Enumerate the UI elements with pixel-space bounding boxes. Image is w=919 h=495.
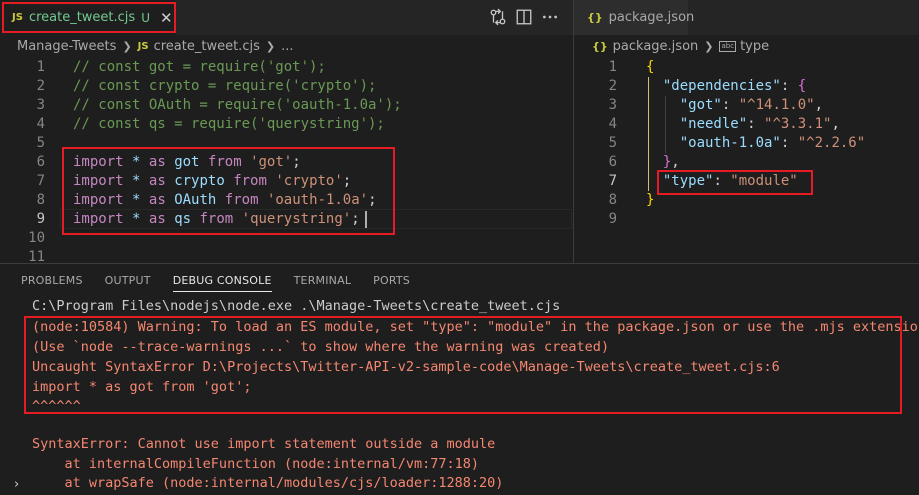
split-editor-icon[interactable] bbox=[515, 8, 533, 26]
compare-changes-icon[interactable] bbox=[489, 8, 507, 26]
json-value: "^2.2.6" bbox=[797, 135, 866, 151]
json-key: "needle" bbox=[679, 116, 748, 132]
line-number: 2 bbox=[608, 78, 617, 94]
left-gutter: 1 2 3 4 5 6 7 8 9 10 11 bbox=[15, 58, 47, 265]
line-number: 3 bbox=[36, 97, 45, 113]
left-tab-bar: JS create_tweet.cjs U ✕ bbox=[0, 0, 573, 35]
code-line: "got": "^14.1.0", bbox=[679, 97, 824, 113]
code-editor-right[interactable]: { "dependencies": { "got": "^14.1.0", "n… bbox=[646, 58, 916, 233]
breadcrumb-more[interactable]: ... bbox=[281, 39, 293, 54]
panel-tab-bar: PROBLEMS OUTPUT DEBUG CONSOLE TERMINAL P… bbox=[0, 264, 919, 298]
breadcrumb: Manage-Tweets ❯ JS create_tweet.cjs ❯ ..… bbox=[0, 35, 573, 57]
console-line: at internalCompileFunction (node:interna… bbox=[32, 456, 480, 472]
left-editor-group: JS create_tweet.cjs U ✕ Manage-Tweets ❯ … bbox=[0, 0, 573, 265]
tab-problems[interactable]: PROBLEMS bbox=[21, 264, 83, 298]
line-number: 7 bbox=[608, 173, 617, 189]
code-line: "needle": "^3.3.1", bbox=[679, 116, 840, 132]
line-number: 6 bbox=[36, 154, 45, 170]
line-number: 8 bbox=[36, 192, 45, 208]
line-number: 2 bbox=[36, 78, 45, 94]
breadcrumb-file[interactable]: create_tweet.cjs bbox=[154, 39, 260, 54]
warning-highlight-box bbox=[24, 316, 902, 414]
line-number: 3 bbox=[608, 97, 617, 113]
line-number: 10 bbox=[28, 230, 45, 246]
string-symbol-icon: abc bbox=[719, 40, 737, 52]
code-line: } bbox=[646, 192, 655, 208]
right-gutter: 1 2 3 4 5 6 7 8 9 bbox=[587, 58, 619, 228]
console-line: at wrapSafe (node:internal/modules/cjs/l… bbox=[32, 475, 504, 491]
chevron-right-icon: ❯ bbox=[265, 39, 276, 53]
code-line: // const got = require('got'); bbox=[73, 59, 326, 75]
tab-output[interactable]: OUTPUT bbox=[105, 264, 151, 298]
chevron-right-icon[interactable]: › bbox=[14, 477, 19, 492]
tab-terminal[interactable]: TERMINAL bbox=[294, 264, 352, 298]
line-number: 9 bbox=[608, 211, 617, 227]
more-actions-icon[interactable] bbox=[541, 8, 559, 26]
tab-highlight-box bbox=[2, 2, 176, 33]
breadcrumb-symbol[interactable]: type bbox=[740, 39, 769, 54]
code-line: // const crypto = require('crypto'); bbox=[73, 78, 377, 94]
breadcrumb-folder[interactable]: Manage-Tweets bbox=[17, 39, 116, 54]
js-file-icon: JS bbox=[137, 40, 149, 52]
console-line: SyntaxError: Cannot use import statement… bbox=[32, 436, 496, 452]
code-line: "oauth-1.0a": "^2.2.6" bbox=[679, 135, 866, 151]
json-key: "got" bbox=[679, 97, 722, 113]
code-line: // const OAuth = require('oauth-1.0a'); bbox=[73, 97, 402, 113]
line-number: 5 bbox=[608, 135, 617, 151]
tab-label: package.json bbox=[608, 10, 695, 25]
breadcrumb: {} package.json ❯ abc type bbox=[574, 35, 919, 57]
console-line: C:\Program Files\nodejs\node.exe .\Manag… bbox=[32, 298, 561, 314]
line-number: 1 bbox=[608, 59, 617, 75]
json-value: "^14.1.0" bbox=[738, 97, 815, 113]
tab-ports[interactable]: PORTS bbox=[373, 264, 410, 298]
json-file-icon: {} bbox=[592, 39, 608, 53]
right-editor-group: {} package.json {} package.json ❯ abc ty… bbox=[574, 0, 919, 263]
right-tab-bar: {} package.json bbox=[574, 0, 919, 35]
tab-package-json[interactable]: {} package.json bbox=[574, 0, 694, 35]
tab-debug-console[interactable]: DEBUG CONSOLE bbox=[172, 264, 272, 298]
line-number: 5 bbox=[36, 135, 45, 151]
line-number: 8 bbox=[608, 192, 617, 208]
json-key: "dependencies" bbox=[662, 78, 781, 94]
json-key: "oauth-1.0a" bbox=[679, 135, 781, 151]
chevron-right-icon: ❯ bbox=[704, 39, 714, 53]
breadcrumb-file[interactable]: package.json bbox=[613, 39, 699, 54]
text-cursor bbox=[365, 211, 367, 228]
line-number: 9 bbox=[36, 211, 45, 227]
line-number: 6 bbox=[608, 154, 617, 170]
line-number: 7 bbox=[36, 173, 45, 189]
bottom-panel: PROBLEMS OUTPUT DEBUG CONSOLE TERMINAL P… bbox=[0, 263, 919, 495]
line-number: 4 bbox=[36, 116, 45, 132]
imports-highlight-box bbox=[62, 147, 395, 235]
line-number: 1 bbox=[36, 59, 45, 75]
code-line: { bbox=[646, 59, 655, 75]
code-line: "dependencies": { bbox=[662, 78, 807, 94]
line-number: 4 bbox=[608, 116, 617, 132]
json-value: "^3.3.1" bbox=[764, 116, 832, 132]
type-module-highlight-box bbox=[657, 170, 813, 195]
json-file-icon: {} bbox=[587, 11, 603, 24]
code-line: // const qs = require('querystring'); bbox=[73, 116, 385, 132]
chevron-right-icon: ❯ bbox=[122, 39, 132, 53]
